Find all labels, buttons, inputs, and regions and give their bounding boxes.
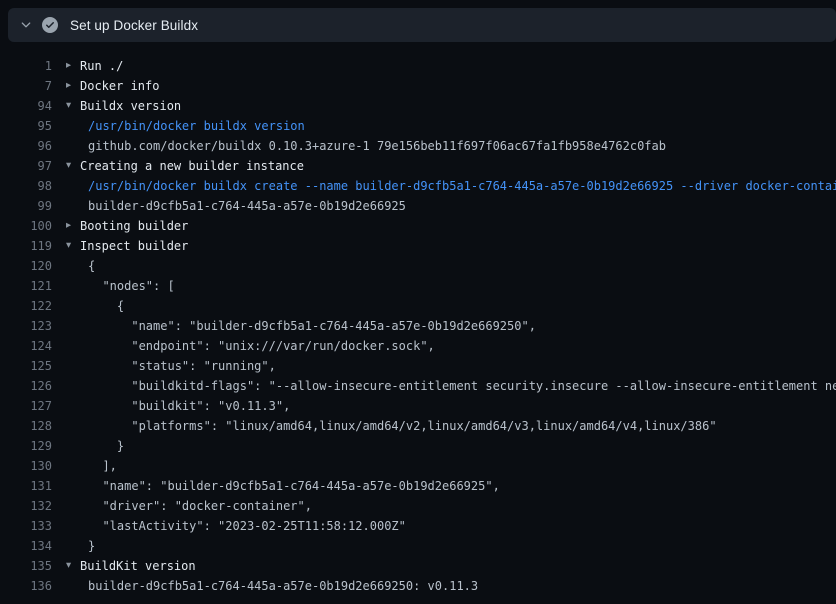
triangle-right-icon: ▶ (66, 61, 80, 71)
log-text: github.com/docker/buildx 0.10.3+azure-1 … (88, 139, 666, 153)
log-line[interactable]: 96 github.com/docker/buildx 0.10.3+azure… (0, 136, 836, 156)
log-text: } (88, 439, 124, 453)
log-text: builder-d9cfb5a1-c764-445a-a57e-0b19d2e6… (88, 579, 478, 593)
line-number[interactable]: 135 (0, 559, 52, 573)
log-line[interactable]: 126 "buildkitd-flags": "--allow-insecure… (0, 376, 836, 396)
log-line[interactable]: 125 "status": "running", (0, 356, 836, 376)
log-line[interactable]: 130 ], (0, 456, 836, 476)
line-number[interactable]: 100 (0, 219, 52, 233)
log-text: /usr/bin/docker buildx create --name bui… (88, 179, 836, 193)
step-title: Set up Docker Buildx (70, 18, 198, 33)
line-number[interactable]: 121 (0, 279, 52, 293)
log-text: Buildx version (80, 99, 181, 113)
line-number[interactable]: 95 (0, 119, 52, 133)
log-text: "lastActivity": "2023-02-25T11:58:12.000… (88, 519, 406, 533)
log-line[interactable]: 131 "name": "builder-d9cfb5a1-c764-445a-… (0, 476, 836, 496)
triangle-down-icon: ▼ (66, 101, 80, 111)
line-number[interactable]: 125 (0, 359, 52, 373)
line-number[interactable]: 120 (0, 259, 52, 273)
log-area: 1 ▶ Run ./ 7 ▶ Docker info 94 ▼ Buildx v… (0, 42, 836, 596)
line-number[interactable]: 130 (0, 459, 52, 473)
log-text: Booting builder (80, 219, 188, 233)
log-text: "buildkitd-flags": "--allow-insecure-ent… (88, 379, 836, 393)
line-number[interactable]: 132 (0, 499, 52, 513)
log-line[interactable]: 1 ▶ Run ./ (0, 56, 836, 76)
line-number[interactable]: 133 (0, 519, 52, 533)
log-line[interactable]: 122 { (0, 296, 836, 316)
log-line[interactable]: 120 { (0, 256, 836, 276)
log-line[interactable]: 123 "name": "builder-d9cfb5a1-c764-445a-… (0, 316, 836, 336)
log-line[interactable]: 133 "lastActivity": "2023-02-25T11:58:12… (0, 516, 836, 536)
line-number[interactable]: 129 (0, 439, 52, 453)
line-number[interactable]: 99 (0, 199, 52, 213)
line-number[interactable]: 7 (0, 79, 52, 93)
log-text: Creating a new builder instance (80, 159, 304, 173)
line-number[interactable]: 1 (0, 59, 52, 73)
log-line[interactable]: 136 builder-d9cfb5a1-c764-445a-a57e-0b19… (0, 576, 836, 596)
line-number[interactable]: 126 (0, 379, 52, 393)
log-line[interactable]: 127 "buildkit": "v0.11.3", (0, 396, 836, 416)
log-text: { (88, 259, 95, 273)
line-number[interactable]: 134 (0, 539, 52, 553)
log-text: "driver": "docker-container", (88, 499, 312, 513)
log-line[interactable]: 119 ▼ Inspect builder (0, 236, 836, 256)
check-circle-glyph (42, 17, 58, 33)
log-text: ], (88, 459, 117, 473)
chevron-down-icon[interactable] (18, 18, 33, 33)
line-number[interactable]: 127 (0, 399, 52, 413)
log-text: BuildKit version (80, 559, 196, 573)
line-number[interactable]: 123 (0, 319, 52, 333)
log-text: builder-d9cfb5a1-c764-445a-a57e-0b19d2e6… (88, 199, 406, 213)
log-text: "nodes": [ (88, 279, 175, 293)
line-number[interactable]: 98 (0, 179, 52, 193)
line-number[interactable]: 128 (0, 419, 52, 433)
line-number[interactable]: 136 (0, 579, 52, 593)
log-text: Inspect builder (80, 239, 188, 253)
log-text: "name": "builder-d9cfb5a1-c764-445a-a57e… (88, 319, 536, 333)
triangle-down-icon: ▼ (66, 561, 80, 571)
log-text: "buildkit": "v0.11.3", (88, 399, 290, 413)
line-number[interactable]: 131 (0, 479, 52, 493)
log-line[interactable]: 97 ▼ Creating a new builder instance (0, 156, 836, 176)
log-text: Run ./ (80, 59, 123, 73)
line-number[interactable]: 94 (0, 99, 52, 113)
log-line[interactable]: 7 ▶ Docker info (0, 76, 836, 96)
log-line[interactable]: 100 ▶ Booting builder (0, 216, 836, 236)
log-line[interactable]: 134 } (0, 536, 836, 556)
log-text: } (88, 539, 95, 553)
triangle-down-icon: ▼ (66, 161, 80, 171)
log-line[interactable]: 98 /usr/bin/docker buildx create --name … (0, 176, 836, 196)
log-line[interactable]: 128 "platforms": "linux/amd64,linux/amd6… (0, 416, 836, 436)
line-number[interactable]: 96 (0, 139, 52, 153)
triangle-down-icon: ▼ (66, 241, 80, 251)
log-line[interactable]: 95 /usr/bin/docker buildx version (0, 116, 836, 136)
triangle-right-icon: ▶ (66, 221, 80, 231)
log-text: "endpoint": "unix:///var/run/docker.sock… (88, 339, 435, 353)
log-text: "platforms": "linux/amd64,linux/amd64/v2… (88, 419, 717, 433)
line-number[interactable]: 97 (0, 159, 52, 173)
log-text: "status": "running", (88, 359, 276, 373)
line-number[interactable]: 124 (0, 339, 52, 353)
line-number[interactable]: 122 (0, 299, 52, 313)
log-line[interactable]: 124 "endpoint": "unix:///var/run/docker.… (0, 336, 836, 356)
log-line[interactable]: 135 ▼ BuildKit version (0, 556, 836, 576)
log-line[interactable]: 129 } (0, 436, 836, 456)
step-header[interactable]: Set up Docker Buildx (8, 8, 836, 42)
log-line[interactable]: 121 "nodes": [ (0, 276, 836, 296)
log-text: { (88, 299, 124, 313)
triangle-right-icon: ▶ (66, 81, 80, 91)
chevron-down-glyph (19, 18, 33, 32)
check-circle-icon (42, 17, 58, 33)
log-text: "name": "builder-d9cfb5a1-c764-445a-a57e… (88, 479, 500, 493)
log-line[interactable]: 99 builder-d9cfb5a1-c764-445a-a57e-0b19d… (0, 196, 836, 216)
log-line[interactable]: 94 ▼ Buildx version (0, 96, 836, 116)
log-text: Docker info (80, 79, 159, 93)
line-number[interactable]: 119 (0, 239, 52, 253)
log-text: /usr/bin/docker buildx version (88, 119, 305, 133)
log-line[interactable]: 132 "driver": "docker-container", (0, 496, 836, 516)
